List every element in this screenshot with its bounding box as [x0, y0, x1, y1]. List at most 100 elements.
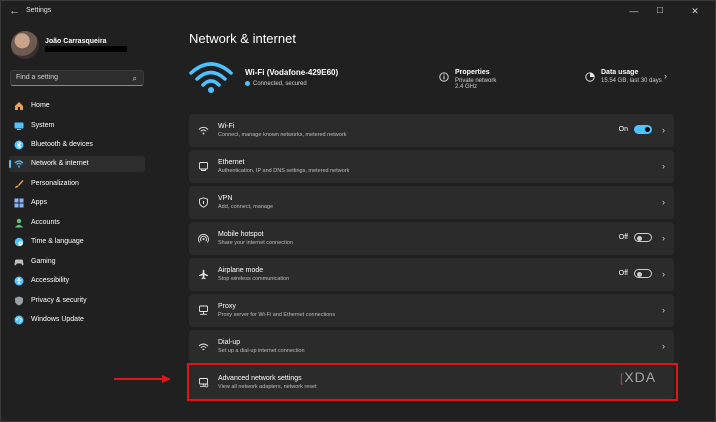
wifi-status-icon	[189, 62, 233, 93]
sidebar-item-label: Privacy & security	[31, 297, 87, 304]
shield-icon	[15, 296, 23, 306]
setting-row-dial-up[interactable]: Dial-up Set up a dial-up internet connec…	[189, 330, 674, 363]
airplane-toggle-state: Off	[618, 270, 628, 277]
data-usage-amount: 15.54 GB, last 30 days	[601, 78, 662, 84]
hotspot-toggle-state: Off	[618, 234, 628, 241]
chevron-right-icon: ›	[662, 197, 665, 207]
sidebar-item-label: Accessibility	[31, 277, 70, 284]
chevron-right-icon: ›	[662, 125, 665, 135]
sidebar-item-windows-update[interactable]: Windows Update	[9, 312, 145, 328]
setting-row-vpn[interactable]: VPN Add, connect, manage ›	[189, 186, 674, 219]
app-title: Settings	[26, 7, 52, 14]
properties-link[interactable]: Properties Private network 2.4 GHz	[455, 69, 496, 90]
person-icon	[15, 218, 23, 228]
sidebar-item-home[interactable]: Home	[9, 98, 145, 114]
data-usage-link[interactable]: Data usage 15.54 GB, last 30 days	[601, 69, 662, 84]
chevron-right-icon: ›	[662, 269, 665, 279]
avatar[interactable]	[11, 31, 39, 59]
sidebar-item-apps[interactable]: Apps	[9, 195, 145, 211]
watermark: [XDA	[620, 369, 656, 385]
row-subtitle: Set up a dial-up internet connection	[218, 348, 305, 354]
row-title: Airplane mode	[218, 267, 264, 274]
sidebar-item-label: Apps	[31, 199, 47, 206]
monitor-icon	[14, 122, 24, 130]
setting-row-proxy[interactable]: Proxy Proxy server for Wi-Fi and Etherne…	[189, 294, 674, 327]
data-usage-title: Data usage	[601, 69, 639, 76]
accessibility-icon	[14, 276, 24, 286]
connected-dot-icon	[245, 81, 250, 86]
setting-row-ethernet[interactable]: Ethernet Authentication, IP and DNS sett…	[189, 150, 674, 183]
airplane-icon	[199, 269, 208, 280]
back-arrow-icon[interactable]: ←	[9, 5, 21, 17]
row-subtitle: Add, connect, manage	[218, 204, 274, 210]
search-placeholder: Find a setting	[16, 74, 59, 81]
maximize-button[interactable]: ☐	[649, 3, 671, 19]
globe-clock-icon	[14, 237, 24, 247]
data-usage-chevron-icon[interactable]: ›	[664, 71, 667, 81]
chevron-right-icon: ›	[662, 305, 665, 315]
setting-row-mobile-hotspot[interactable]: Mobile hotspot Share your internet conne…	[189, 222, 674, 255]
sidebar-item-label: Gaming	[31, 258, 56, 265]
bluetooth-icon	[14, 140, 24, 150]
user-name: João Carrasqueira	[45, 38, 107, 45]
sidebar-item-time-language[interactable]: Time & language	[9, 234, 145, 250]
network-band: 2.4 GHz	[455, 84, 478, 90]
sidebar-item-label: Home	[31, 102, 50, 109]
active-indicator	[9, 160, 11, 168]
sidebar-item-accounts[interactable]: Accounts	[9, 215, 145, 231]
update-icon	[14, 315, 24, 325]
sidebar-item-personalization[interactable]: Personalization	[9, 176, 145, 192]
ethernet-icon	[199, 162, 208, 171]
wifi-icon	[14, 160, 24, 168]
connection-status-text: Connected, secured	[253, 81, 307, 87]
redacted-email	[45, 46, 127, 52]
sidebar-item-privacy[interactable]: Privacy & security	[9, 293, 145, 309]
connection-status: Connected, secured	[245, 81, 307, 87]
search-icon[interactable]: ⌕	[133, 74, 137, 84]
hotspot-toggle[interactable]	[634, 233, 652, 242]
row-subtitle: Share your internet connection	[218, 240, 293, 246]
setting-row-airplane-mode[interactable]: Airplane mode Stop wireless communicatio…	[189, 258, 674, 291]
gamepad-icon	[14, 259, 24, 266]
row-title: Dial-up	[218, 339, 241, 346]
sidebar-item-label: Windows Update	[31, 316, 84, 323]
close-button[interactable]: ✕	[684, 3, 706, 19]
page-title: Network & internet	[189, 31, 296, 46]
sidebar-item-label: Time & language	[31, 238, 84, 245]
data-usage-icon	[585, 72, 595, 82]
row-title: Mobile hotspot	[218, 231, 264, 238]
wifi-toggle-state: On	[618, 126, 628, 133]
wifi-network-name: Wi-Fi (Vodafone-429E60)	[245, 68, 339, 77]
sidebar-item-network[interactable]: Network & internet	[9, 156, 145, 172]
setting-row-wifi[interactable]: Wi-Fi Connect, manage known networks, me…	[189, 114, 674, 147]
row-subtitle: Stop wireless communication	[218, 276, 290, 282]
sidebar-item-label: Personalization	[31, 180, 79, 187]
chevron-right-icon: ›	[662, 161, 665, 171]
sidebar-item-bluetooth[interactable]: Bluetooth & devices	[9, 137, 145, 153]
chevron-right-icon: ›	[662, 341, 665, 351]
hotspot-icon	[198, 233, 209, 243]
row-subtitle: Connect, manage known networks, metered …	[218, 132, 347, 138]
row-subtitle: Authentication, IP and DNS settings, met…	[218, 168, 350, 174]
sidebar-item-gaming[interactable]: Gaming	[9, 254, 145, 270]
row-title: Proxy	[218, 303, 236, 310]
sidebar-item-label: System	[31, 122, 55, 129]
airplane-toggle[interactable]	[634, 269, 652, 278]
row-title: Ethernet	[218, 159, 245, 166]
wifi-toggle[interactable]	[634, 125, 652, 134]
sidebar-item-system[interactable]: System	[9, 118, 145, 134]
sidebar-item-accessibility[interactable]: Accessibility	[9, 273, 145, 289]
pointer-arrow-icon	[114, 375, 171, 383]
minimize-button[interactable]: —	[623, 3, 645, 19]
proxy-icon	[199, 305, 208, 315]
brush-icon	[15, 180, 24, 188]
row-subtitle: Proxy server for Wi-Fi and Ethernet conn…	[218, 312, 336, 318]
chevron-right-icon: ›	[662, 233, 665, 243]
highlight-box	[187, 363, 678, 401]
search-input[interactable]: Find a setting ⌕	[10, 70, 144, 86]
wifi-icon	[198, 126, 209, 135]
sidebar-item-label: Bluetooth & devices	[31, 141, 93, 148]
row-title: VPN	[218, 195, 233, 202]
settings-window: ← Settings — ☐ ✕ João Carrasqueira Find …	[0, 0, 716, 422]
title-bar: ← Settings — ☐ ✕	[1, 1, 715, 23]
